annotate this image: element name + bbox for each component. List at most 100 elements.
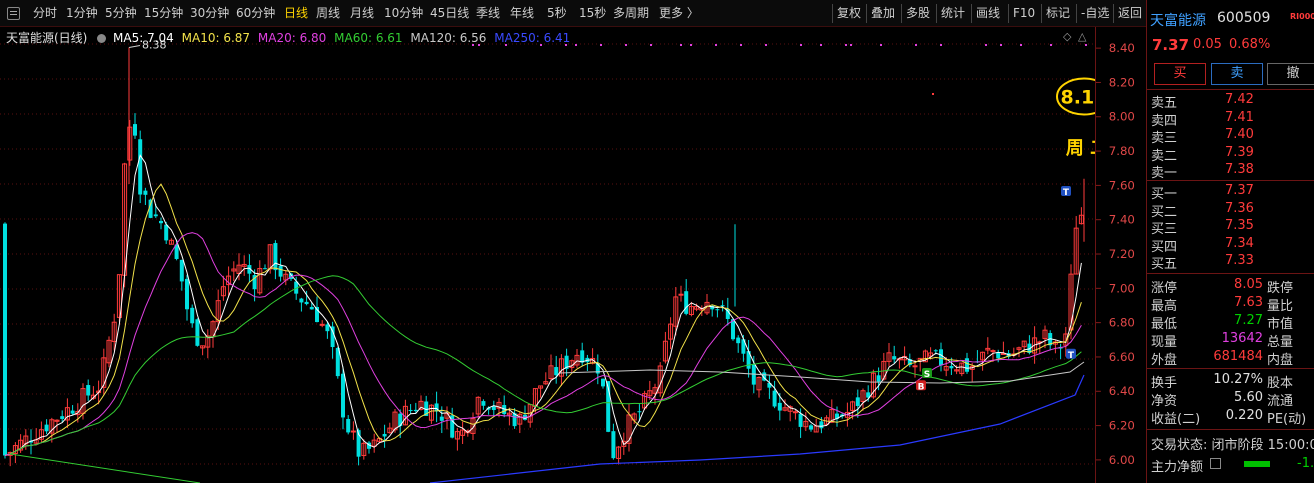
triangle-up-icon[interactable]: △ <box>1078 30 1086 43</box>
signal-dot <box>690 44 692 46</box>
toolbar-action-2[interactable]: 多股 <box>906 5 930 22</box>
trade-status: 交易状态: 闭市阶段 15:00:0 <box>1151 434 1314 453</box>
candle <box>263 264 267 270</box>
period-tab-11[interactable]: 季线 <box>476 5 500 22</box>
candle-body <box>792 411 798 414</box>
candle <box>185 274 189 321</box>
axis-tick-label: 8.40 <box>1109 41 1135 55</box>
signal-dot <box>740 44 742 46</box>
axis-tick-label: 6.80 <box>1109 316 1135 330</box>
candle-body <box>70 410 75 414</box>
trade-status-value: 闭市阶段 15:00:0 <box>1211 438 1314 453</box>
candle <box>106 336 112 368</box>
bid-row[interactable]: 买四 7.34 <box>1147 235 1314 255</box>
stat-row: 最低 7.27 市值 <box>1147 312 1314 332</box>
candle <box>1048 330 1053 351</box>
period-tab-13[interactable]: 5秒 <box>547 5 567 22</box>
candle-body <box>299 298 304 303</box>
candle <box>231 261 237 282</box>
legend-dot-icon[interactable] <box>97 34 107 43</box>
ask-row[interactable]: 卖一 7.38 <box>1147 161 1314 181</box>
toolbar-action-5[interactable]: F10 <box>1013 5 1035 22</box>
candle-body <box>554 367 559 376</box>
candle <box>205 329 211 359</box>
candle <box>195 318 200 347</box>
ask-row[interactable]: 卖四 7.41 <box>1147 109 1314 129</box>
period-tab-10[interactable]: 45日线 <box>430 5 469 22</box>
toolbar-action-1[interactable]: 叠加 <box>871 5 895 22</box>
candle-body <box>892 356 897 360</box>
candlestick-chart[interactable]: 8.388.11周 二SBTT <box>0 27 1095 483</box>
candle-body <box>731 319 735 340</box>
candle-body <box>720 305 725 307</box>
period-tab-15[interactable]: 多周期 <box>613 5 649 22</box>
period-tab-14[interactable]: 15秒 <box>579 5 606 22</box>
candle <box>450 407 455 439</box>
bid-row[interactable]: 买三 7.35 <box>1147 217 1314 237</box>
cancel-button[interactable]: 撤 <box>1267 63 1314 85</box>
period-tab-5[interactable]: 60分钟 <box>236 5 275 22</box>
period-tab-12[interactable]: 年线 <box>510 5 534 22</box>
toolbar-action-7[interactable]: -自选 <box>1081 5 1109 22</box>
diamond-icon[interactable]: ◇ <box>1063 30 1071 43</box>
ask-row[interactable]: 卖三 7.40 <box>1147 126 1314 146</box>
bid-row[interactable]: 买一 7.37 <box>1147 182 1314 202</box>
candle <box>746 339 751 378</box>
stat-row: 换手 10.27% 股本 <box>1147 371 1314 391</box>
period-tab-9[interactable]: 10分钟 <box>384 5 423 22</box>
sell-button[interactable]: 卖 <box>1211 63 1263 85</box>
buy-marker: B <box>916 380 926 392</box>
candle-body <box>684 291 689 314</box>
candle <box>428 404 434 424</box>
candle-body <box>86 385 91 396</box>
stat-value: 10.27% <box>1213 372 1263 387</box>
list-icon[interactable] <box>1210 458 1221 469</box>
order-price: 7.36 <box>1225 200 1254 216</box>
ma-legend: 天富能源(日线) MA5: 7.04 MA10: 6.87 MA20: 6.80… <box>6 29 574 45</box>
signal-dot <box>1085 44 1087 46</box>
ma120-line <box>559 361 1085 384</box>
ask-row[interactable]: 卖二 7.39 <box>1147 144 1314 164</box>
candle <box>299 297 304 312</box>
order-price: 7.41 <box>1225 109 1254 125</box>
candle <box>1073 216 1079 275</box>
stat-row: 最高 7.63 量比 <box>1147 294 1314 314</box>
legend-ma60: MA60: 6.61 <box>334 31 403 45</box>
menu-icon[interactable] <box>7 7 20 20</box>
toolbar-action-0[interactable]: 复权 <box>837 5 861 22</box>
candle <box>18 434 24 453</box>
period-tab-2[interactable]: 5分钟 <box>105 5 137 22</box>
toolbar-action-3[interactable]: 统计 <box>941 5 965 22</box>
main-net-row[interactable]: 主力净额 -1. <box>1147 455 1314 475</box>
period-tab-6[interactable]: 日线 <box>284 5 308 22</box>
candle <box>70 405 75 415</box>
bid-row[interactable]: 买二 7.36 <box>1147 200 1314 220</box>
toolbar-action-8[interactable]: 返回 <box>1118 5 1142 22</box>
period-tab-16[interactable]: 更多 〉 <box>659 5 699 22</box>
candle <box>554 355 559 384</box>
candle <box>715 308 720 318</box>
candle <box>174 239 179 261</box>
period-tab-0[interactable]: 分时 <box>33 5 57 22</box>
target-price-label: 8.11 <box>1061 87 1095 109</box>
bid-row[interactable]: 买五 7.33 <box>1147 252 1314 272</box>
candle-body <box>44 424 49 432</box>
period-tab-8[interactable]: 月线 <box>350 5 374 22</box>
toolbar-action-6[interactable]: 标记 <box>1046 5 1070 22</box>
candle-body <box>481 401 486 406</box>
order-price: 7.34 <box>1225 235 1254 251</box>
candle <box>408 404 413 414</box>
order-label: 卖一 <box>1151 166 1178 181</box>
stat-value: 7.27 <box>1234 313 1263 328</box>
period-tab-1[interactable]: 1分钟 <box>66 5 98 22</box>
period-tab-3[interactable]: 15分钟 <box>144 5 183 22</box>
candle <box>481 399 486 410</box>
toolbar-separator <box>1076 4 1077 23</box>
buy-button[interactable]: 买 <box>1154 63 1206 85</box>
ask-row[interactable]: 卖五 7.42 <box>1147 91 1314 111</box>
period-tab-7[interactable]: 周线 <box>316 5 340 22</box>
toolbar-action-4[interactable]: 画线 <box>976 5 1000 22</box>
candle <box>367 441 371 454</box>
candle-body <box>678 293 684 296</box>
period-tab-4[interactable]: 30分钟 <box>190 5 229 22</box>
